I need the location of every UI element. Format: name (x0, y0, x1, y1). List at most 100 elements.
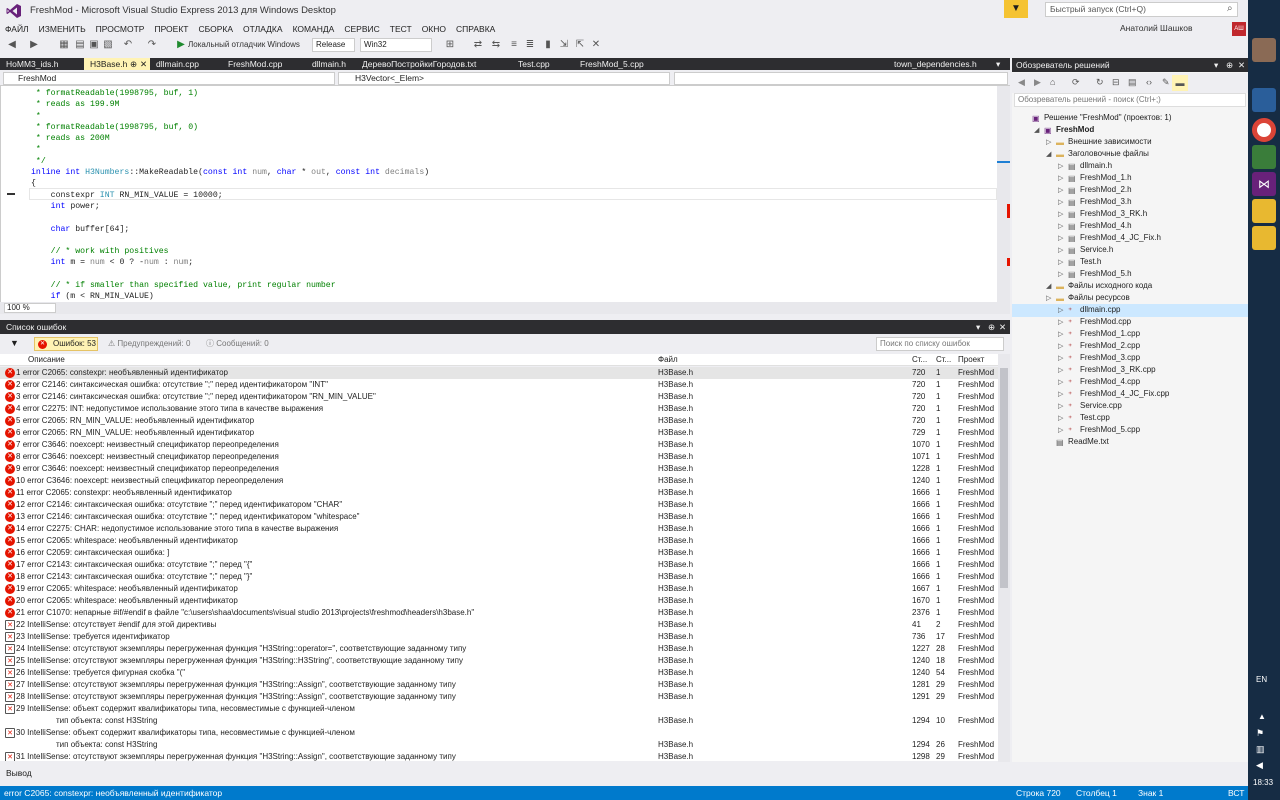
table-row[interactable]: ✕ 15 error C2065: whitespace: необъявленн… (0, 535, 998, 547)
visual-studio-taskbar-icon[interactable]: ⋈ (1252, 172, 1276, 196)
tab-h3base[interactable]: H3Base.h ⊕ ✕ (84, 58, 150, 70)
menu-file[interactable]: ФАЙЛ (0, 22, 34, 36)
table-row[interactable]: ✕ 19 error C2065: whitespace: необъявленн… (0, 583, 998, 595)
tray-network-icon[interactable]: ▥ (1256, 744, 1265, 755)
table-row[interactable]: ✕ 7 error C3646: noexcept: неизвестный сп… (0, 439, 998, 451)
table-row[interactable]: ✕ 10 error C3646: noexcept: неизвестный с… (0, 475, 998, 487)
forward-icon[interactable]: ▶ (28, 39, 40, 51)
save-all-icon[interactable]: ▧ (102, 39, 114, 51)
member-select[interactable] (674, 72, 1008, 85)
table-row[interactable]: ✕ 13 error C2146: синтаксическая ошибка: … (0, 511, 998, 523)
tree-solution[interactable]: ▣ Решение "FreshMod" (проектов: 1) (1012, 112, 1248, 124)
filter-icon[interactable]: ▼ (10, 338, 19, 348)
pin-icon[interactable]: ⊕ (130, 58, 137, 70)
table-row[interactable]: ✕ 23 IntelliSense: требуется идентификато… (0, 631, 998, 643)
new-project-icon[interactable]: ▦ (58, 39, 70, 51)
comment-icon[interactable]: ≡ (508, 39, 520, 51)
clock[interactable]: 18:33 (1253, 778, 1273, 787)
pin-icon[interactable]: ⊕ (988, 320, 995, 334)
table-row[interactable]: ✕ 2 error C2146: синтаксическая ошибка: о… (0, 379, 998, 391)
code-editor[interactable]: * formatReadable(1998795, buf, 1) * read… (0, 86, 1010, 302)
show-all-files-icon[interactable]: ▤ (1128, 77, 1137, 88)
tab-freshmod-cpp[interactable]: FreshMod.cpp (222, 58, 302, 70)
scroll-thumb[interactable] (1000, 368, 1008, 588)
column-description[interactable]: Описание (28, 354, 65, 366)
panel-menu-icon[interactable]: ▾ (976, 320, 980, 334)
table-row[interactable]: ✕ 18 error C2143: синтаксическая ошибка: … (0, 571, 998, 583)
collapse-icon[interactable]: ⊟ (1112, 77, 1120, 88)
bookmark-icon[interactable]: ▮ (542, 39, 554, 51)
save-icon[interactable]: ▣ (88, 39, 100, 51)
menu-edit[interactable]: ИЗМЕНИТЬ (34, 22, 91, 36)
debugger-label[interactable]: Локальный отладчик Windows (188, 38, 300, 52)
toolbar-action-icon[interactable]: ⇆ (490, 39, 502, 51)
tab-dropdown-icon[interactable]: ▾ (990, 58, 1000, 70)
platform-select[interactable]: Win32 (360, 38, 432, 52)
open-icon[interactable]: ▤ (74, 39, 86, 51)
solution-explorer-search[interactable]: Обозреватель решений - поиск (Ctrl+;) (1014, 93, 1246, 107)
symbol-select[interactable]: H3Vector<_Elem> (338, 72, 670, 85)
table-row[interactable]: ✕ 17 error C2143: синтаксическая ошибка: … (0, 559, 998, 571)
table-row[interactable]: ✕ 28 IntelliSense: отсутствуют экземпляры… (0, 691, 998, 703)
avatar[interactable]: АШ (1232, 22, 1246, 36)
preview-icon[interactable]: ▬ (1172, 75, 1188, 91)
table-row[interactable]: ✕ 21 error C1070: непарные #if/#endif в ф… (0, 607, 998, 619)
code-text[interactable]: * formatReadable(1998795, buf, 1) * read… (31, 88, 429, 303)
sync-icon[interactable]: ⟳ (1072, 77, 1080, 88)
table-row[interactable]: ✕ 22 IntelliSense: отсутствует #endif для… (0, 619, 998, 631)
menu-test[interactable]: ТЕСТ (385, 22, 417, 36)
table-row[interactable]: ✕ 6 error C2065: RN_MIN_VALUE: необъявлен… (0, 427, 998, 439)
zoom-select[interactable]: 100 % (4, 303, 56, 313)
close-icon[interactable]: ✕ (1238, 58, 1245, 72)
table-row[interactable]: ✕ 4 error C2275: INT: недопустимое исполь… (0, 403, 998, 415)
menu-tools[interactable]: СЕРВИС (339, 22, 384, 36)
pin-icon[interactable]: ⊕ (1226, 58, 1233, 72)
prev-bookmark-icon[interactable]: ⇱ (574, 39, 586, 51)
column-line[interactable]: Ст... (912, 354, 927, 366)
back-icon[interactable]: ◀ (6, 39, 18, 51)
tab-dllmain-cpp[interactable]: dllmain.cpp (150, 58, 218, 70)
table-row[interactable]: ✕ 8 error C3646: noexcept: неизвестный сп… (0, 451, 998, 463)
quick-launch-input[interactable]: Быстрый запуск (Ctrl+Q) (1045, 2, 1238, 17)
start-debugging-icon[interactable]: ▶ (175, 39, 187, 51)
uncomment-icon[interactable]: ≣ (524, 39, 536, 51)
undo-icon[interactable]: ↶ (122, 39, 134, 51)
find-in-files-icon[interactable]: ⊞ (444, 39, 456, 51)
messages-filter-button[interactable]: ⓘ Сообщений: 0 (206, 337, 269, 351)
tray-arrow-icon[interactable]: ▲ (1258, 712, 1266, 721)
tab-homm3-ids[interactable]: HoMM3_ids.h (0, 58, 84, 70)
menu-project[interactable]: ПРОЕКТ (149, 22, 193, 36)
properties-icon[interactable]: ✎ (1162, 77, 1170, 88)
column-project[interactable]: Проект (958, 354, 984, 366)
user-photo-icon[interactable] (1252, 38, 1276, 62)
tab-test-cpp[interactable]: Test.cpp (512, 58, 570, 70)
table-row[interactable]: ✕ 26 IntelliSense: требуется фигурная ско… (0, 667, 998, 679)
explorer-icon[interactable] (1252, 88, 1276, 112)
clear-bookmarks-icon[interactable]: ✕ (590, 39, 602, 51)
user-name[interactable]: Анатолий Шашков (1120, 23, 1192, 33)
table-row[interactable]: ✕ 31 IntelliSense: отсутствуют экземпляры… (0, 751, 998, 761)
menu-window[interactable]: ОКНО (417, 22, 451, 36)
editor-horizontal-scrollbar[interactable] (0, 302, 1010, 314)
table-row[interactable]: ✕ 5 error C2065: RN_MIN_VALUE: необъявлен… (0, 415, 998, 427)
menu-debug[interactable]: ОТЛАДКА (238, 22, 288, 36)
next-bookmark-icon[interactable]: ⇲ (558, 39, 570, 51)
output-panel-tab[interactable]: Вывод (0, 766, 1010, 786)
editor-vertical-scrollbar[interactable] (997, 86, 1010, 302)
toolbar-action-icon[interactable]: ⇄ (472, 39, 484, 51)
configuration-select[interactable]: Release (312, 38, 355, 52)
scope-select[interactable]: FreshMod (3, 72, 335, 85)
table-row[interactable]: ✕ 25 IntelliSense: отсутствуют экземпляры… (0, 655, 998, 667)
tray-volume-icon[interactable]: ◀ (1256, 760, 1263, 771)
home-icon[interactable]: ⌂ (1050, 77, 1055, 87)
error-list-search-input[interactable]: Поиск по списку ошибок (876, 337, 1004, 351)
app-shield-icon[interactable] (1252, 145, 1276, 169)
table-row[interactable]: ✕ 20 error C2065: whitespace: необъявленн… (0, 595, 998, 607)
language-indicator[interactable]: EN (1256, 675, 1267, 684)
table-row[interactable]: ✕ 24 IntelliSense: отсутствуют экземпляры… (0, 643, 998, 655)
table-row[interactable]: ✕ 16 error C2059: синтаксическая ошибка: … (0, 547, 998, 559)
menu-build[interactable]: СБОРКА (194, 22, 239, 36)
tab-town-tree-txt[interactable]: ДеревоПостройкиГородов.txt (356, 58, 506, 70)
back-icon[interactable]: ◀ (1018, 77, 1025, 88)
tab-freshmod5-cpp[interactable]: FreshMod_5.cpp (574, 58, 664, 70)
